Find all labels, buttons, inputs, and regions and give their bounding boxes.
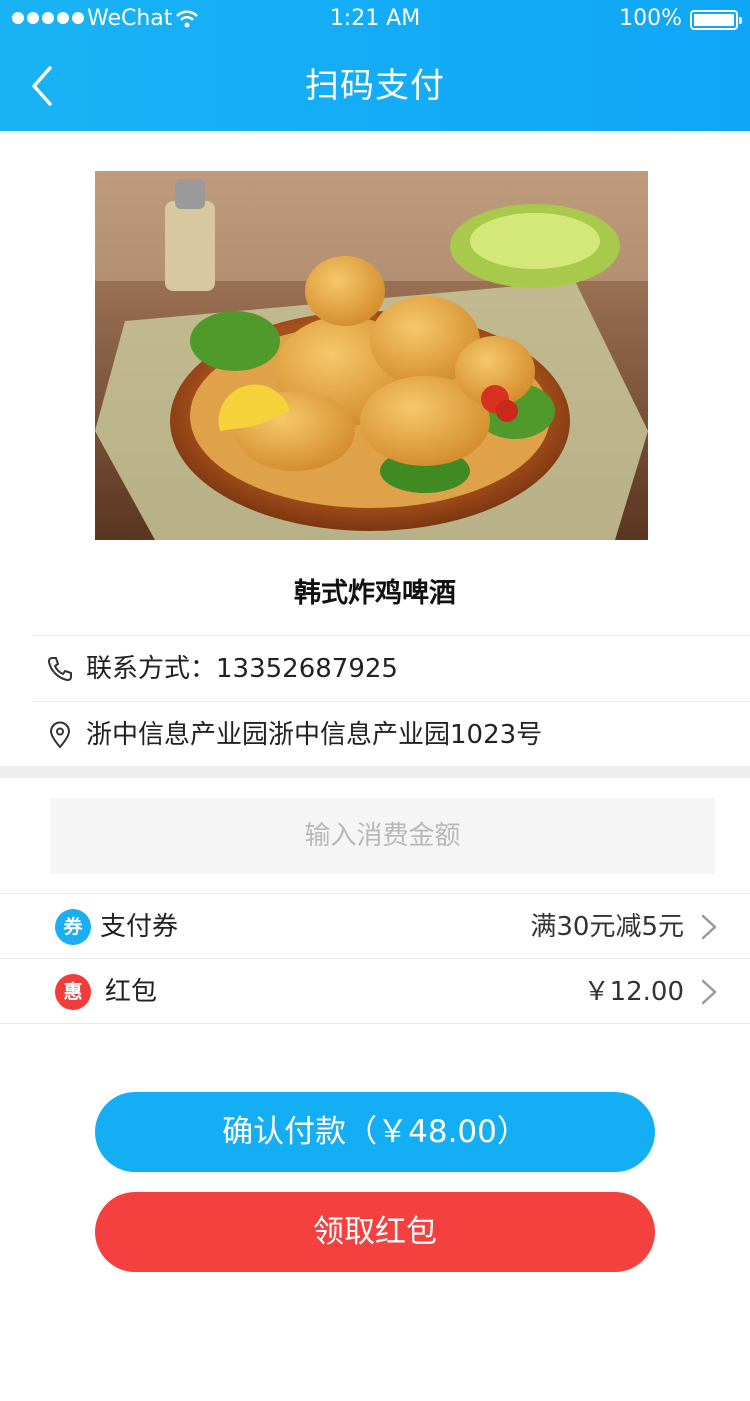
red-packet-value: ￥12.00 [583,977,684,1007]
location-pin-icon [49,721,71,749]
section-separator [0,766,750,778]
shop-name: 韩式炸鸡啤酒 [294,578,456,609]
battery-icon [690,10,742,30]
divider [0,958,750,959]
coupon-label: 支付券 [100,912,179,942]
discount-badge-icon: 惠 [55,974,91,1010]
divider [32,635,750,636]
divider [0,1023,750,1024]
coupon-row[interactable]: 券 支付券 满30元减5元 [0,895,750,959]
red-packet-label: 红包 [105,977,158,1007]
contact-row[interactable]: 联系方式：13352687925 [0,637,750,701]
divider [0,893,750,894]
confirm-payment-button[interactable]: 确认付款（￥48.00） [95,1092,655,1172]
claim-red-packet-button[interactable]: 领取红包 [95,1192,655,1272]
app-header: WeChat 1:21 AM 100% 扫码支付 [0,0,750,131]
page-title: 扫码支付 [305,66,445,106]
coupon-value: 满30元减5元 [530,912,684,942]
coupon-badge-icon: 券 [55,909,91,945]
phone-icon [47,657,72,682]
red-packet-row[interactable]: 惠 红包 ￥12.00 [0,960,750,1024]
shop-photo [95,171,648,540]
divider [32,701,750,702]
address-text: 浙中信息产业园浙中信息产业园1023号 [86,720,543,750]
battery-percent: 100% [619,6,682,31]
address-row[interactable]: 浙中信息产业园浙中信息产业园1023号 [0,703,750,767]
chevron-right-icon [701,979,717,1005]
contact-text: 联系方式：13352687925 [86,654,398,684]
chevron-right-icon [701,914,717,940]
amount-input[interactable] [50,798,715,874]
status-bar: WeChat 1:21 AM 100% [0,0,750,40]
